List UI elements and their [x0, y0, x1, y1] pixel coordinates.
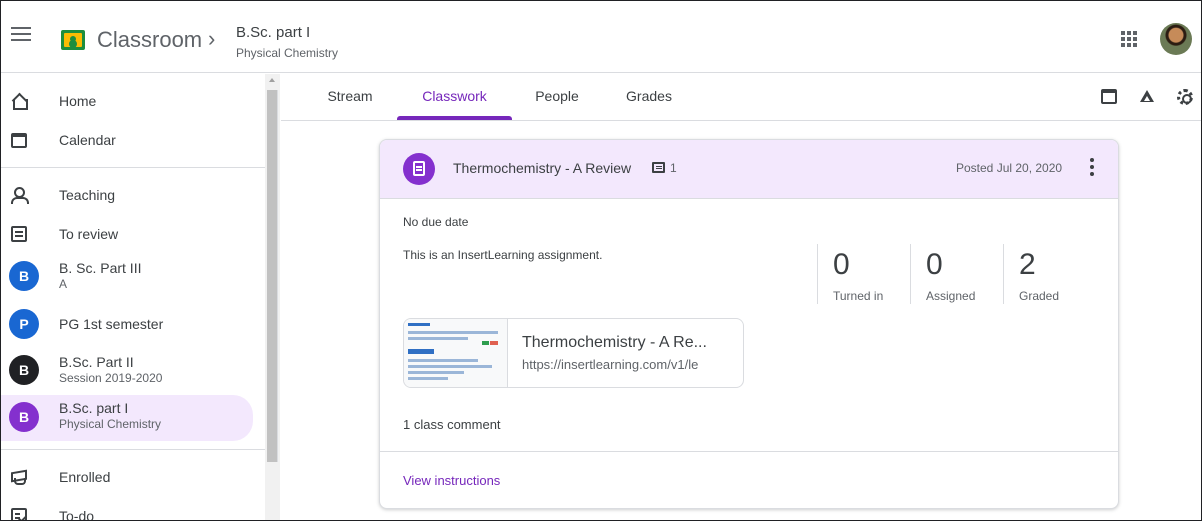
breadcrumb-class-name[interactable]: B.Sc. part I — [236, 24, 310, 41]
sidebar-item-calendar[interactable]: Calendar — [1, 120, 253, 160]
more-vert-icon[interactable] — [1088, 158, 1096, 180]
teaching-icon — [11, 187, 29, 204]
sidebar-item-label: PG 1st semester — [59, 316, 164, 332]
scrollbar-thumb[interactable] — [267, 90, 278, 462]
sidebar-item-sublabel: Session 2019-2020 — [59, 371, 163, 385]
sidebar-item-todo[interactable]: To-do — [1, 496, 253, 521]
stat-label: Graded — [1019, 289, 1060, 303]
breadcrumb-class-section: Physical Chemistry — [236, 46, 339, 60]
google-drive-icon[interactable] — [1139, 89, 1155, 105]
class-initial-avatar: B — [9, 261, 39, 291]
class-tabs: Stream Classwork People Grades — [281, 74, 1201, 121]
sidebar-item-sublabel: Physical Chemistry — [59, 417, 162, 431]
scroll-up-icon[interactable] — [269, 78, 275, 82]
avatar[interactable] — [1160, 23, 1192, 55]
sidebar-item-label: To-do — [59, 508, 95, 521]
class-comment-link[interactable]: 1 class comment — [403, 417, 501, 432]
sidebar-item-label: Teaching — [59, 187, 116, 203]
sidebar-class-bsc-part-1[interactable]: B B.Sc. part I Physical Chemistry — [1, 395, 253, 441]
sidebar-scrollbar[interactable] — [265, 74, 280, 520]
stat-value: 0 — [833, 248, 850, 281]
attachment-thumbnail — [404, 319, 508, 387]
divider — [1, 449, 266, 450]
home-icon — [11, 93, 28, 110]
stat-assigned[interactable]: 0 Assigned — [910, 244, 1003, 304]
posted-date: Posted Jul 20, 2020 — [956, 161, 1063, 175]
sidebar-item-enrolled[interactable]: Enrolled — [1, 457, 253, 497]
divider — [1, 167, 266, 168]
sidebar-item-label: Enrolled — [59, 469, 111, 485]
attachment-url: https://insertlearning.com/v1/le — [522, 357, 699, 372]
sidebar-class-pg-1st-semester[interactable]: P PG 1st semester — [1, 304, 253, 344]
sidebar-item-to-review[interactable]: To review — [1, 214, 253, 254]
assignment-icon — [403, 153, 435, 185]
settings-gear-icon[interactable] — [1177, 89, 1193, 105]
apps-grid-icon[interactable] — [1121, 31, 1139, 47]
sidebar-item-label: B.Sc. Part II — [59, 354, 134, 370]
sidebar: Home Calendar Teaching To review B B. Sc… — [1, 74, 280, 521]
classroom-logo-icon[interactable] — [61, 30, 85, 50]
sidebar-item-sublabel: A — [59, 277, 68, 291]
assignment-title[interactable]: Thermochemistry - A Review — [453, 160, 631, 176]
attachment-link-card[interactable]: Thermochemistry - A Re... https://insert… — [403, 318, 744, 388]
stat-value: 0 — [926, 248, 943, 281]
assignment-description: This is an InsertLearning assignment. — [403, 248, 603, 262]
sidebar-item-label: To review — [59, 226, 119, 242]
enrolled-icon — [11, 469, 27, 485]
stat-value: 2 — [1019, 248, 1036, 281]
sidebar-item-label: Home — [59, 93, 97, 109]
stat-turned-in[interactable]: 0 Turned in — [817, 244, 910, 304]
class-initial-avatar: P — [9, 309, 39, 339]
stat-label: Assigned — [926, 289, 976, 303]
tab-stream[interactable]: Stream — [317, 74, 383, 120]
google-calendar-icon[interactable] — [1101, 89, 1117, 104]
todo-icon — [11, 508, 27, 520]
chevron-right-icon: › — [208, 26, 216, 51]
to-review-icon — [11, 226, 27, 242]
app-title[interactable]: Classroom — [97, 27, 202, 53]
attachment-title: Thermochemistry - A Re... — [522, 334, 707, 351]
app-window: Classroom › B.Sc. part I Physical Chemis… — [0, 0, 1202, 521]
comment-icon — [652, 162, 665, 173]
due-date: No due date — [403, 215, 469, 229]
sidebar-item-home[interactable]: Home — [1, 81, 253, 121]
assignment-card-footer: View instructions — [380, 451, 1118, 508]
sidebar-item-teaching[interactable]: Teaching — [1, 175, 253, 215]
assignment-card: Thermochemistry - A Review 1 Posted Jul … — [379, 139, 1119, 509]
top-bar: Classroom › B.Sc. part I Physical Chemis… — [1, 1, 1201, 73]
sidebar-item-label: B. Sc. Part III — [59, 260, 142, 276]
stat-label: Turned in — [833, 289, 884, 303]
sidebar-item-label: Calendar — [59, 132, 116, 148]
class-initial-avatar: B — [9, 402, 39, 432]
tab-people[interactable]: People — [526, 74, 588, 120]
active-tab-indicator — [397, 116, 512, 120]
menu-icon[interactable] — [11, 27, 31, 43]
tab-grades[interactable]: Grades — [612, 74, 686, 120]
tab-classwork[interactable]: Classwork — [397, 74, 512, 120]
sidebar-class-bsc-part-2[interactable]: B B.Sc. Part II Session 2019-2020 — [1, 349, 253, 393]
sidebar-class-bsc-part-3[interactable]: B B. Sc. Part III A — [1, 255, 253, 299]
sidebar-item-label: B.Sc. part I — [59, 400, 129, 416]
class-initial-avatar: B — [9, 355, 39, 385]
view-instructions-link[interactable]: View instructions — [403, 473, 500, 488]
classwork-main: Thermochemistry - A Review 1 Posted Jul … — [281, 122, 1201, 520]
comment-count: 1 — [670, 161, 677, 175]
stat-graded[interactable]: 2 Graded — [1003, 244, 1096, 304]
assignment-card-header[interactable]: Thermochemistry - A Review 1 Posted Jul … — [380, 140, 1118, 199]
calendar-icon — [11, 133, 27, 148]
